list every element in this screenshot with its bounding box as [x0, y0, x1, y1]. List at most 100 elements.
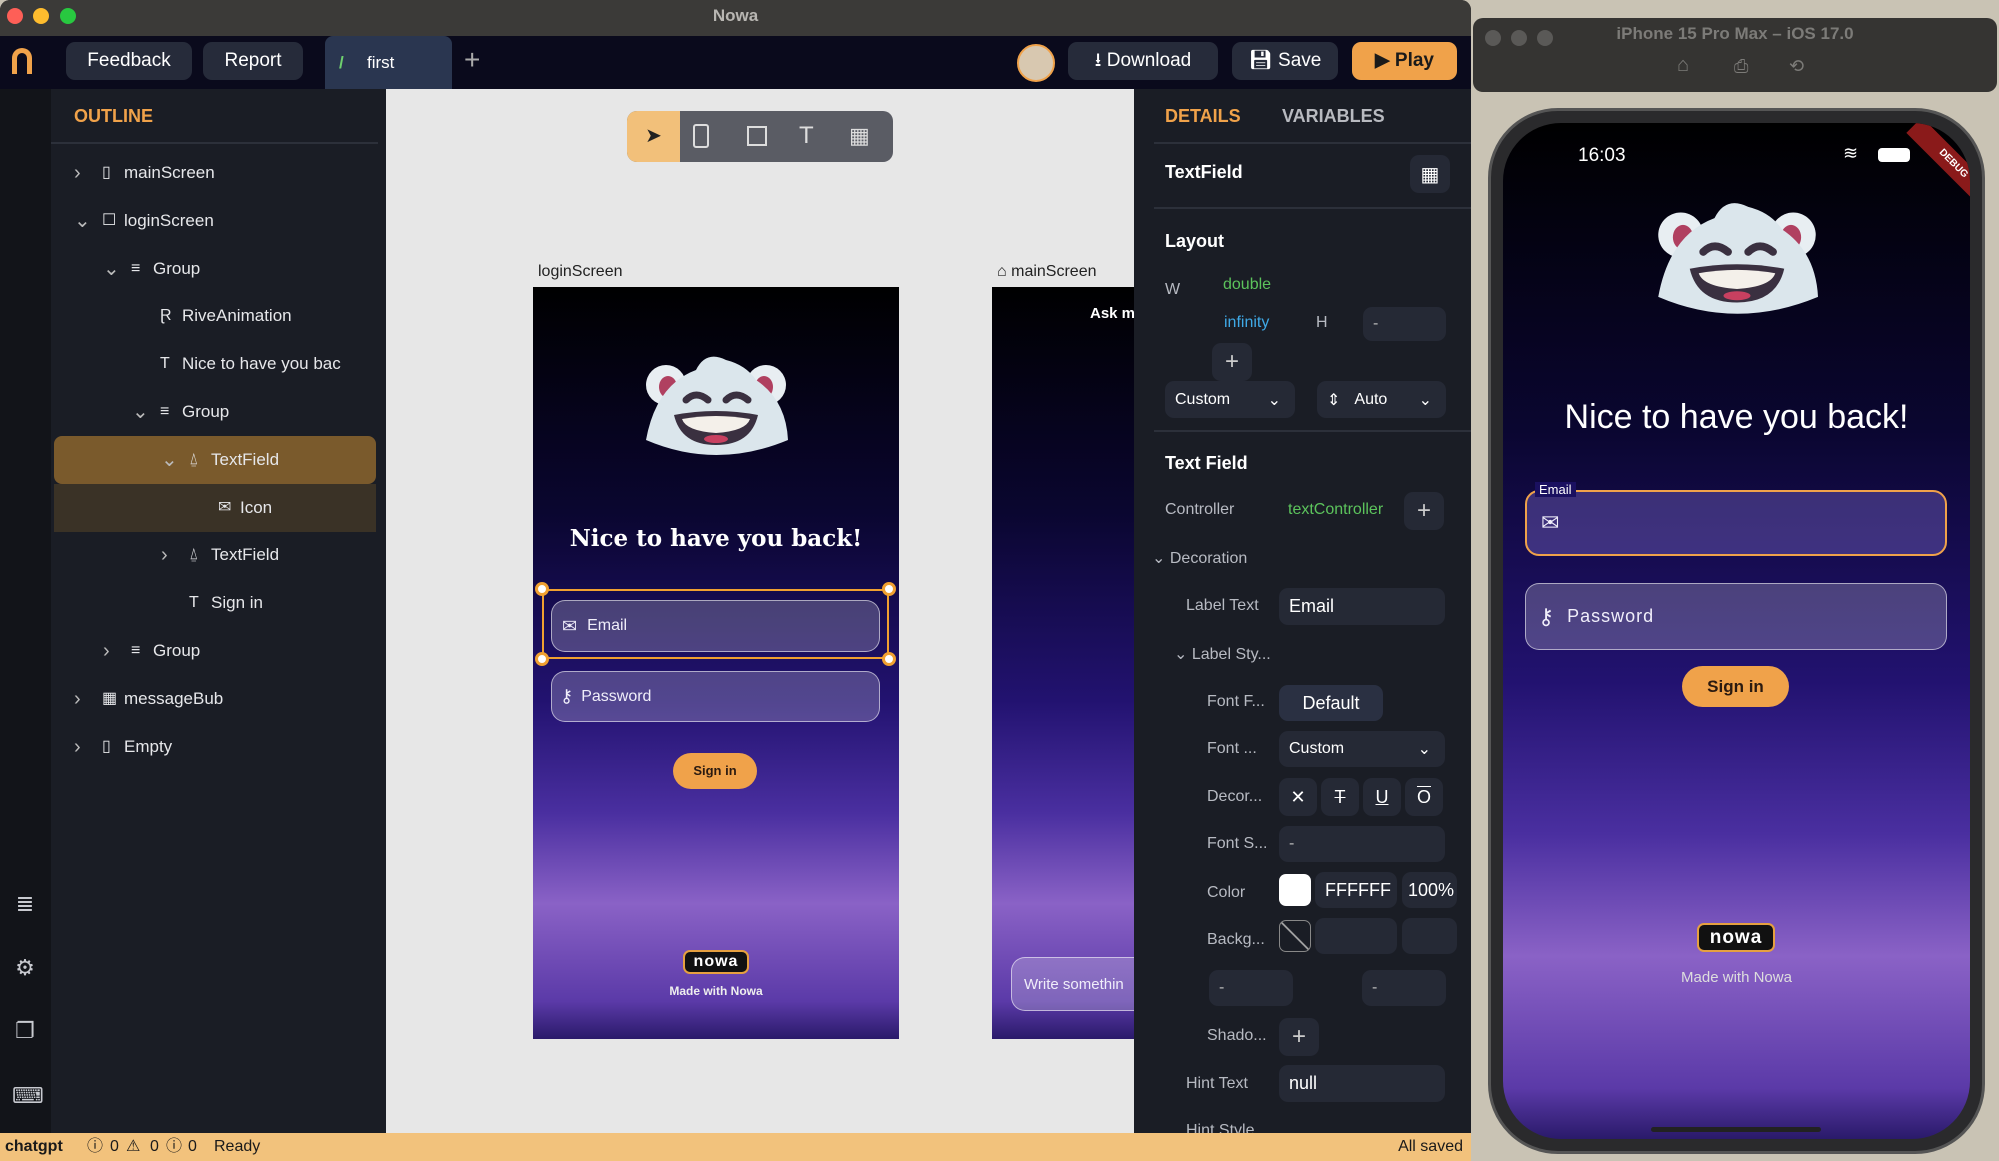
- layers-icon[interactable]: ≣: [12, 891, 38, 917]
- font-size-input[interactable]: -: [1279, 826, 1445, 862]
- resize-handle[interactable]: [882, 652, 896, 666]
- message-input[interactable]: Write somethin: [1011, 957, 1134, 1011]
- assets-icon[interactable]: ❐: [12, 1018, 38, 1044]
- no-color-swatch[interactable]: [1279, 920, 1311, 952]
- width-value[interactable]: infinity: [1224, 314, 1269, 332]
- info-icon[interactable]: ⓘ: [166, 1133, 182, 1161]
- outline-item[interactable]: › ▦ messageBub: [54, 675, 376, 723]
- outline-item[interactable]: ✉ Icon: [54, 483, 376, 532]
- resize-handle[interactable]: [535, 582, 549, 596]
- play-button[interactable]: ▶ Play: [1352, 42, 1457, 80]
- text-tool-icon[interactable]: T: [799, 122, 814, 150]
- login-screen-frame[interactable]: Nice to have you back! ✉ Email ⚷ Password …: [533, 287, 899, 1039]
- chevron-right-icon[interactable]: ›: [74, 723, 81, 771]
- login-screen-label[interactable]: loginScreen: [538, 263, 623, 281]
- outline-item[interactable]: › ⍙ TextField: [54, 531, 376, 579]
- strikethrough-icon[interactable]: T: [1321, 778, 1359, 816]
- screen-tool-icon[interactable]: [693, 124, 709, 148]
- label-text-input[interactable]: Email: [1279, 588, 1445, 625]
- chevron-down-icon[interactable]: ⌄: [103, 245, 120, 293]
- chevron-down-icon[interactable]: ⌄: [132, 388, 149, 436]
- chevron-right-icon[interactable]: ›: [103, 627, 110, 675]
- feedback-button[interactable]: Feedback: [66, 42, 192, 80]
- home-indicator[interactable]: [1651, 1127, 1821, 1132]
- email-field[interactable]: ✉ Email: [1525, 482, 1947, 556]
- color-swatch[interactable]: [1279, 874, 1311, 906]
- width-type[interactable]: double: [1223, 276, 1271, 294]
- gear-icon[interactable]: ⚙: [12, 955, 38, 981]
- main-screen-frame[interactable]: Ask m Write somethin: [992, 287, 1134, 1039]
- iphone-screen[interactable]: 16:03 ≋ DEBUG Nice to have you back! ✉ E…: [1503, 123, 1970, 1139]
- rotate-icon[interactable]: ⟲: [1789, 56, 1804, 77]
- sign-in-button[interactable]: Sign in: [1682, 666, 1789, 707]
- decoration-toggle[interactable]: ⌄ Decoration: [1152, 548, 1247, 568]
- select-tool-icon[interactable]: ➤: [627, 111, 680, 162]
- save-button[interactable]: 💾︎ Save: [1232, 42, 1338, 80]
- font-family-button[interactable]: Default: [1279, 685, 1383, 721]
- password-field[interactable]: ⚷ Password: [1525, 583, 1947, 650]
- outline-item[interactable]: › ▯ mainScreen: [54, 149, 376, 197]
- container-tool-icon[interactable]: [747, 126, 767, 146]
- tab-variables[interactable]: VARIABLES: [1282, 106, 1385, 127]
- underline-icon[interactable]: U: [1363, 778, 1401, 816]
- selection-box: [542, 589, 889, 659]
- screenshot-icon[interactable]: ⎙: [1734, 56, 1748, 77]
- outline-item[interactable]: › ▯ Empty: [54, 723, 376, 771]
- overline-icon[interactable]: O: [1405, 778, 1443, 816]
- keyboard-icon[interactable]: ⌨: [12, 1083, 44, 1109]
- minimize-window-button[interactable]: [33, 8, 49, 24]
- align-dropdown[interactable]: ⇕ Auto ⌄: [1317, 381, 1446, 418]
- letter-spacing-input[interactable]: -: [1209, 970, 1293, 1006]
- outline-item[interactable]: Ɽ RiveAnimation: [54, 292, 376, 340]
- font-weight-dropdown[interactable]: Custom ⌄: [1279, 731, 1445, 767]
- home-icon[interactable]: ⌂: [1677, 54, 1689, 77]
- outline-item[interactable]: ⌄ ⍙ TextField: [54, 435, 376, 484]
- height-input[interactable]: -: [1363, 307, 1446, 341]
- nowa-logo-icon[interactable]: [12, 48, 32, 74]
- outline-item[interactable]: T Nice to have you bac: [54, 340, 376, 388]
- widget-actions-icon[interactable]: ▦: [1410, 155, 1450, 193]
- add-shadow-button[interactable]: +: [1279, 1018, 1319, 1056]
- report-button[interactable]: Report: [203, 42, 303, 80]
- chevron-right-icon[interactable]: ›: [161, 531, 168, 579]
- outline-item[interactable]: ⌄ ☐ loginScreen: [54, 197, 376, 245]
- hint-text-input[interactable]: null: [1279, 1065, 1445, 1102]
- resize-handle[interactable]: [882, 582, 896, 596]
- maximize-window-button[interactable]: [60, 8, 76, 24]
- branch-name[interactable]: chatgpt: [5, 1133, 63, 1161]
- warning-icon[interactable]: ⚠: [126, 1133, 140, 1161]
- background-opacity-input[interactable]: [1402, 918, 1457, 954]
- add-tab-button[interactable]: +: [464, 44, 480, 76]
- outline-item[interactable]: ⌄ ≡ Group: [54, 245, 376, 293]
- outline-item[interactable]: ⌄ ≡ Group: [54, 388, 376, 436]
- chevron-right-icon[interactable]: ›: [74, 149, 81, 197]
- avatar[interactable]: [1017, 44, 1055, 82]
- background-hex-input[interactable]: [1315, 918, 1397, 954]
- tab-details[interactable]: DETAILS: [1165, 106, 1241, 127]
- controller-value[interactable]: textController: [1288, 501, 1383, 519]
- main-screen-label[interactable]: ⌂ mainScreen: [997, 263, 1096, 281]
- canvas[interactable]: ➤ T ▦ loginScreen ⌂ mainScreen Nice to h…: [386, 89, 1134, 1133]
- sizing-dropdown[interactable]: Custom ⌄: [1165, 381, 1295, 418]
- download-button[interactable]: ⭳ Download: [1068, 42, 1218, 80]
- add-constraint-button[interactable]: +: [1212, 343, 1252, 381]
- chevron-down-icon[interactable]: ⌄: [74, 197, 91, 245]
- components-tool-icon[interactable]: ▦: [849, 123, 870, 149]
- chevron-down-icon[interactable]: ⌄: [161, 436, 178, 484]
- line-height-input[interactable]: -: [1362, 970, 1446, 1006]
- add-controller-button[interactable]: +: [1404, 492, 1444, 530]
- canvas-tools: ➤ T ▦: [627, 111, 893, 162]
- no-decoration-icon[interactable]: ✕: [1279, 778, 1317, 816]
- resize-handle[interactable]: [535, 652, 549, 666]
- error-icon[interactable]: ⓘ: [87, 1133, 103, 1161]
- color-hex-input[interactable]: FFFFFF: [1315, 872, 1397, 908]
- outline-item[interactable]: T Sign in: [54, 579, 376, 627]
- outline-item[interactable]: › ≡ Group: [54, 627, 376, 675]
- password-field[interactable]: ⚷ Password: [551, 671, 880, 722]
- sign-in-button[interactable]: Sign in: [673, 753, 757, 789]
- tab-first[interactable]: / first: [325, 36, 452, 89]
- close-window-button[interactable]: [7, 8, 23, 24]
- label-style-toggle[interactable]: ⌄ Label Sty...: [1174, 644, 1271, 664]
- chevron-right-icon[interactable]: ›: [74, 675, 81, 723]
- color-opacity-input[interactable]: 100%: [1402, 872, 1457, 908]
